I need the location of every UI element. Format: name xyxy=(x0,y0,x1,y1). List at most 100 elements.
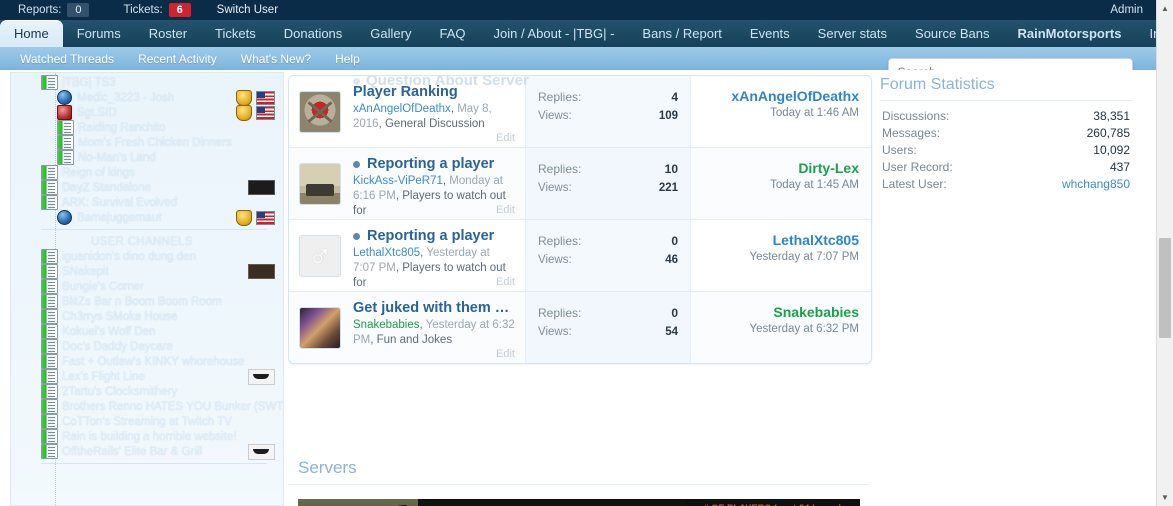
tree-row-label: Bamajuggernaut xyxy=(77,211,162,224)
thread-row[interactable]: Reporting a player KickAss-ViPeR71, Monda… xyxy=(289,147,871,219)
tree-channel-row[interactable]: Kokuei's Wolf Den xyxy=(11,324,283,339)
tree-channel-row[interactable]: Doc's Daddy Daycare xyxy=(11,339,283,354)
thread-edit-link[interactable]: Edit xyxy=(496,132,515,144)
thread-title-link[interactable]: Get juked with them hacks: xyxy=(353,300,515,316)
forum-stat-label: Messages: xyxy=(882,126,941,140)
thread-author-link[interactable]: LethalXtc805 xyxy=(353,247,420,259)
tickets-indicator[interactable]: Tickets: 6 xyxy=(123,3,191,17)
reports-indicator[interactable]: Reports: 0 xyxy=(18,3,90,17)
tree-channel-row[interactable]: Rain is building a horrible website! xyxy=(11,429,283,444)
thread-edit-link[interactable]: Edit xyxy=(496,204,515,216)
views-line: Views: 46 xyxy=(538,251,678,270)
tree-user-row[interactable]: Medic_3223 - Josh xyxy=(11,89,283,106)
avatar[interactable] xyxy=(299,162,341,205)
last-poster-link[interactable]: LethalXtc805 xyxy=(699,232,859,249)
forum-stat-row: User Record: 437 xyxy=(880,159,1132,176)
unread-dot-icon xyxy=(353,160,360,168)
nav-tab-tickets[interactable]: Tickets xyxy=(201,20,270,47)
forum-stat-value[interactable]: whchang850 xyxy=(1062,176,1130,193)
thread-title-link[interactable]: Reporting a player xyxy=(367,156,494,172)
tree-row-label: Brothers Renno HATES YOU Bunker (SWTOR) xyxy=(62,400,284,413)
tree-channel-row[interactable]: iguanidon's dino dung den xyxy=(11,249,283,264)
tree-channel-row[interactable]: Raiding Ranchito xyxy=(11,120,283,135)
nav-tab-forums[interactable]: Forums xyxy=(63,20,135,47)
thread-forum-link[interactable]: Fun and Jokes xyxy=(377,334,452,346)
switch-user-link[interactable]: Switch User xyxy=(217,4,278,16)
last-poster-link[interactable]: Snakebabies xyxy=(699,304,859,321)
thread-title-link[interactable]: Player Ranking xyxy=(353,84,458,100)
thread-author-link[interactable]: xAnAngelOfDeathx xyxy=(353,103,451,115)
thread-stats-cell: Replies: 0 Views: 46 xyxy=(525,220,691,291)
subnav-help[interactable]: Help xyxy=(323,52,372,66)
tree-channel-row[interactable]: BlitZs Bar n Boom Boom Room xyxy=(11,294,283,309)
thread-author-link[interactable]: KickAss-ViPeR71 xyxy=(353,175,443,187)
thread-author-link[interactable]: Snakebabies xyxy=(353,319,420,331)
thread-row[interactable]: Get juked with them hacks: Snakebabies, Y… xyxy=(289,291,871,363)
tree-channel-row[interactable]: |TBG| TS3 xyxy=(11,75,283,90)
last-post-time: Yesterday at 6:32 PM xyxy=(749,323,859,335)
scroll-down-arrow-icon[interactable]: ▼ xyxy=(1157,489,1173,506)
page-scrollbar[interactable]: ▲ ▼ xyxy=(1156,0,1173,506)
tree-channel-row[interactable]: SNakepit xyxy=(11,264,283,279)
thread-row[interactable]: Player Ranking xAnAngelOfDeathx, May 8, 2… xyxy=(289,76,871,147)
replies-label: Replies: xyxy=(538,162,582,176)
primary-navigation: Home Forums Roster Tickets Donations Gal… xyxy=(0,20,1173,47)
server-banner-artwork xyxy=(298,499,418,506)
last-poster-link[interactable]: Dirty-Lex xyxy=(699,160,859,177)
nav-tab-server-stats[interactable]: Server stats xyxy=(804,20,901,47)
nav-tab-home[interactable]: Home xyxy=(0,20,63,47)
tree-channel-row[interactable]: Lex's Flight Line xyxy=(11,368,283,385)
views-count: 109 xyxy=(658,110,678,122)
subnav-recent-activity[interactable]: Recent Activity xyxy=(126,52,229,66)
tree-channel-row[interactable]: Mom's Fresh Chicken Dinners xyxy=(11,135,283,150)
thread-forum-link[interactable]: General Discussion xyxy=(385,118,485,130)
nav-tab-gallery[interactable]: Gallery xyxy=(356,20,425,47)
avatar[interactable] xyxy=(299,234,341,277)
scrollbar-thumb[interactable] xyxy=(1159,238,1171,338)
tree-channel-row[interactable]: Brothers Renno HATES YOU Bunker (SWTOR) xyxy=(11,399,283,414)
thread-title-row[interactable]: Get juked with them hacks: xyxy=(353,300,515,317)
tree-channel-icon xyxy=(41,279,58,294)
avatar[interactable] xyxy=(299,90,341,133)
tree-user-row[interactable]: Bamajuggernaut xyxy=(11,209,283,226)
tree-channel-row[interactable]: DayZ Standalone xyxy=(11,180,283,195)
thread-title-row[interactable]: Reporting a player xyxy=(353,228,515,245)
tree-channel-row[interactable]: 2Tartu's Clocksmithery xyxy=(11,384,283,399)
thread-title-row[interactable]: Player Ranking xyxy=(353,84,515,101)
last-poster-link[interactable]: xAnAngelOfDeathx xyxy=(699,88,859,105)
admin-user-link[interactable]: Admin xyxy=(1110,4,1143,16)
tree-channel-row[interactable]: Reign of kings xyxy=(11,165,283,180)
replies-line: Replies: 4 xyxy=(538,88,678,107)
forum-stat-row: Messages: 260,785 xyxy=(880,125,1132,142)
replies-line: Replies: 10 xyxy=(538,160,678,179)
server-banner[interactable]: SERVER NAME: *** TBGCLAN.COM | DUST 2 FF… xyxy=(298,499,860,506)
scroll-up-arrow-icon[interactable]: ▲ xyxy=(1157,0,1173,17)
avatar[interactable] xyxy=(299,306,341,349)
thread-title-row[interactable]: Reporting a player xyxy=(353,156,515,173)
tree-user-row[interactable]: Sgt.SID xyxy=(11,104,283,121)
thread-main-cell: Reporting a player LethalXtc805, Yesterda… xyxy=(351,220,525,291)
subnav-watched-threads[interactable]: Watched Threads xyxy=(8,52,126,66)
tree-channel-row[interactable]: ARK: Survival Evolved xyxy=(11,195,283,210)
tree-channel-row[interactable]: CoTTon's Streaming at Twitch TV xyxy=(11,414,283,429)
nav-tab-join-about[interactable]: Join / About - |TBG| - xyxy=(480,20,629,47)
thread-row[interactable]: Reporting a player LethalXtc805, Yesterda… xyxy=(289,219,871,291)
tree-channel-row[interactable]: OfftheRails' Elite Bar & Grill xyxy=(11,443,283,460)
nav-tab-rainmotorsports[interactable]: RainMotorsports xyxy=(1003,20,1135,47)
tree-channel-row[interactable]: Bungie's Corner xyxy=(11,279,283,294)
subnav-whats-new[interactable]: What's New? xyxy=(229,52,323,66)
thread-edit-link[interactable]: Edit xyxy=(496,276,515,288)
tree-channel-row[interactable]: Fast + Outlaw's KINKY whorehouse xyxy=(11,354,283,369)
nav-tab-faq[interactable]: FAQ xyxy=(425,20,479,47)
tree-row-label: ARK: Survival Evolved xyxy=(62,196,178,209)
nav-tab-donations[interactable]: Donations xyxy=(270,20,357,47)
thread-title-link[interactable]: Reporting a player xyxy=(367,228,494,244)
nav-tab-roster[interactable]: Roster xyxy=(135,20,201,47)
tree-channel-row[interactable]: Ch3rrys SMoke House xyxy=(11,309,283,324)
nav-tab-source-bans[interactable]: Source Bans xyxy=(901,20,1003,47)
nav-tab-bans-report[interactable]: Bans / Report xyxy=(628,20,736,47)
nav-tab-events[interactable]: Events xyxy=(736,20,804,47)
thread-edit-link[interactable]: Edit xyxy=(496,348,515,360)
tree-channel-icon xyxy=(41,165,58,180)
tree-channel-row[interactable]: No-Man's Land xyxy=(11,150,283,165)
